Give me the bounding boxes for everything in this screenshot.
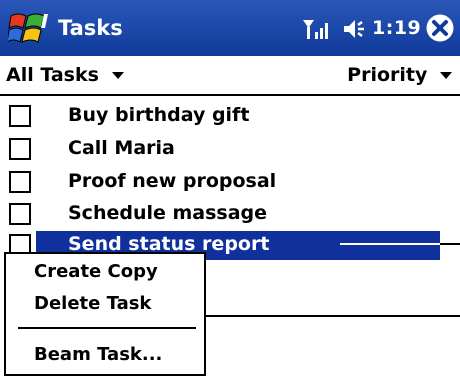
sort-label: Priority	[347, 64, 428, 86]
menu-item-create-copy[interactable]: Create Copy	[6, 257, 204, 287]
callout-line	[206, 315, 460, 317]
task-label: Call Maria	[68, 137, 175, 159]
sort-dropdown[interactable]: Priority	[347, 56, 452, 94]
task-row[interactable]: Schedule massage	[0, 198, 460, 229]
task-checkbox[interactable]	[9, 203, 31, 225]
task-label: Proof new proposal	[68, 170, 277, 192]
callout-line	[440, 243, 460, 245]
task-checkbox[interactable]	[9, 171, 31, 193]
close-circle-icon[interactable]	[425, 13, 455, 43]
task-row[interactable]: Buy birthday gift	[0, 100, 460, 131]
task-row[interactable]: Call Maria	[0, 133, 460, 164]
filter-bar: All Tasks Priority	[0, 56, 460, 96]
task-checkbox[interactable]	[9, 138, 31, 160]
context-menu: Create Copy Delete Task Beam Task...	[4, 252, 206, 376]
signal-antenna-icon[interactable]	[302, 17, 332, 41]
clock[interactable]: 1:19	[372, 0, 421, 56]
chevron-down-icon	[111, 71, 124, 79]
speaker-volume-icon[interactable]	[342, 17, 368, 41]
app-title: Tasks	[58, 16, 123, 40]
callout-line	[340, 243, 440, 245]
task-label: Buy birthday gift	[68, 104, 250, 126]
category-filter-label: All Tasks	[6, 64, 99, 86]
task-row[interactable]: Proof new proposal	[0, 166, 460, 197]
category-filter-dropdown[interactable]: All Tasks	[6, 56, 124, 94]
windows-flag-icon[interactable]	[8, 10, 50, 48]
task-checkbox[interactable]	[9, 105, 31, 127]
task-label: Schedule massage	[68, 202, 268, 224]
chevron-down-icon	[440, 71, 452, 79]
menu-item-delete-task[interactable]: Delete Task	[6, 289, 204, 319]
title-bar: Tasks 1:19	[0, 0, 460, 56]
menu-item-beam-task[interactable]: Beam Task...	[6, 340, 204, 370]
menu-separator	[18, 327, 196, 329]
